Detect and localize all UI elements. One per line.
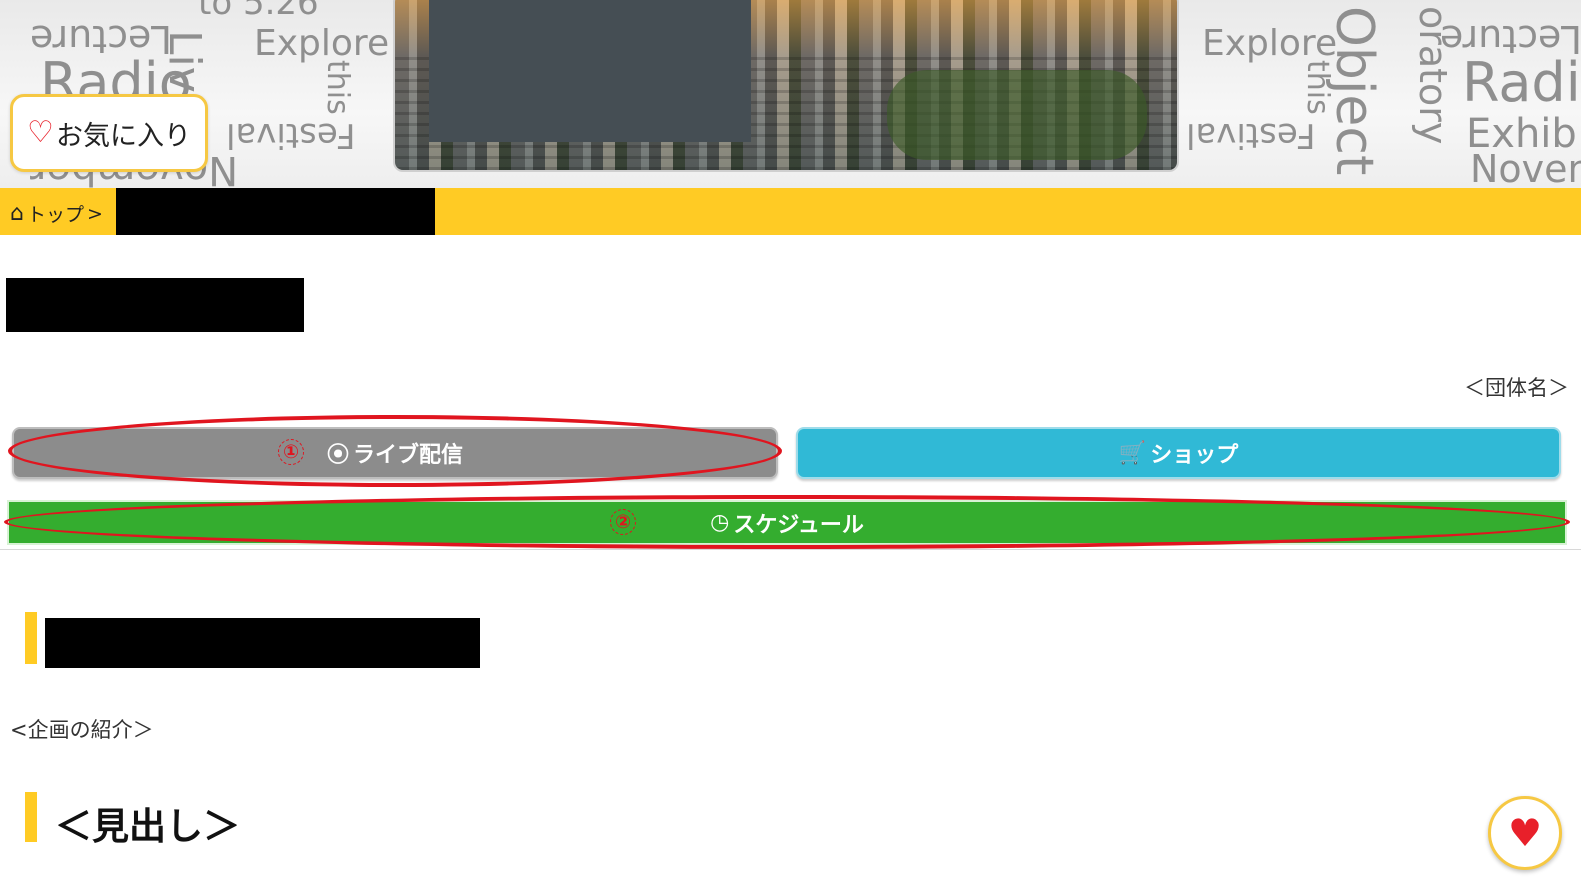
banner-word: Object bbox=[1324, 6, 1384, 176]
breadcrumb-home-label: トップ bbox=[26, 204, 84, 226]
banner-word: Festival bbox=[226, 115, 356, 155]
banner-word: oratory bbox=[1411, 6, 1455, 145]
live-stream-label: ライブ配信 bbox=[353, 443, 464, 468]
intro-text: <企画の紹介＞ bbox=[10, 718, 154, 742]
breadcrumb-separator: > bbox=[86, 202, 103, 225]
schedule-button[interactable]: ◷ スケジュール bbox=[7, 500, 1567, 545]
group-name: ＜団体名＞ bbox=[1464, 376, 1569, 400]
banner-photo bbox=[393, 0, 1179, 172]
breadcrumb-home[interactable]: ⌂ トップ > bbox=[10, 200, 103, 227]
banner-word: Explore bbox=[254, 23, 390, 64]
banner-word: Festival bbox=[1186, 115, 1316, 155]
section-heading: ＜見出し＞ bbox=[55, 805, 240, 848]
redacted-section-title bbox=[45, 618, 480, 668]
banner-word: to 5.26 bbox=[198, 0, 319, 23]
floating-favorite-button[interactable]: ♥ bbox=[1488, 796, 1562, 870]
schedule-label: スケジュール bbox=[733, 512, 864, 538]
photo-trees bbox=[887, 70, 1147, 160]
breadcrumb: ⌂ トップ > bbox=[0, 188, 1581, 235]
banner-word: this bbox=[1300, 60, 1335, 115]
podcast-icon: ⦿ bbox=[326, 443, 349, 468]
annotation-number-1: ① bbox=[278, 439, 304, 465]
redacted-breadcrumb-current bbox=[116, 188, 435, 235]
heart-icon: ♥ bbox=[1507, 811, 1543, 855]
banner-word: this bbox=[320, 60, 355, 115]
cart-icon: 🛒 bbox=[1118, 440, 1147, 466]
shop-button[interactable]: 🛒 ショップ bbox=[796, 427, 1561, 479]
heading-accent-bar bbox=[25, 792, 37, 842]
clock-icon: ◷ bbox=[710, 510, 730, 535]
favorite-button[interactable]: ♡ お気に入り bbox=[10, 94, 208, 172]
heart-outline-icon: ♡ bbox=[27, 115, 54, 150]
redacted-area bbox=[429, 0, 751, 142]
header-banner: to 5.26 Explore Lecture Radio Live Festi… bbox=[0, 0, 1581, 188]
redacted-page-title bbox=[6, 278, 304, 332]
banner-word: November bbox=[1470, 147, 1581, 188]
section-divider bbox=[0, 549, 1581, 550]
section-accent-bar bbox=[25, 612, 37, 664]
home-icon: ⌂ bbox=[10, 200, 24, 226]
shop-label: ショップ bbox=[1150, 443, 1239, 468]
live-stream-button[interactable]: ⦿ ライブ配信 bbox=[12, 427, 778, 479]
banner-word: Explore bbox=[1202, 23, 1338, 64]
annotation-number-2: ② bbox=[610, 509, 636, 535]
favorite-label: お気に入り bbox=[55, 120, 191, 152]
banner-word: Radio bbox=[1462, 51, 1581, 114]
banner-word: oratory bbox=[0, 56, 7, 188]
